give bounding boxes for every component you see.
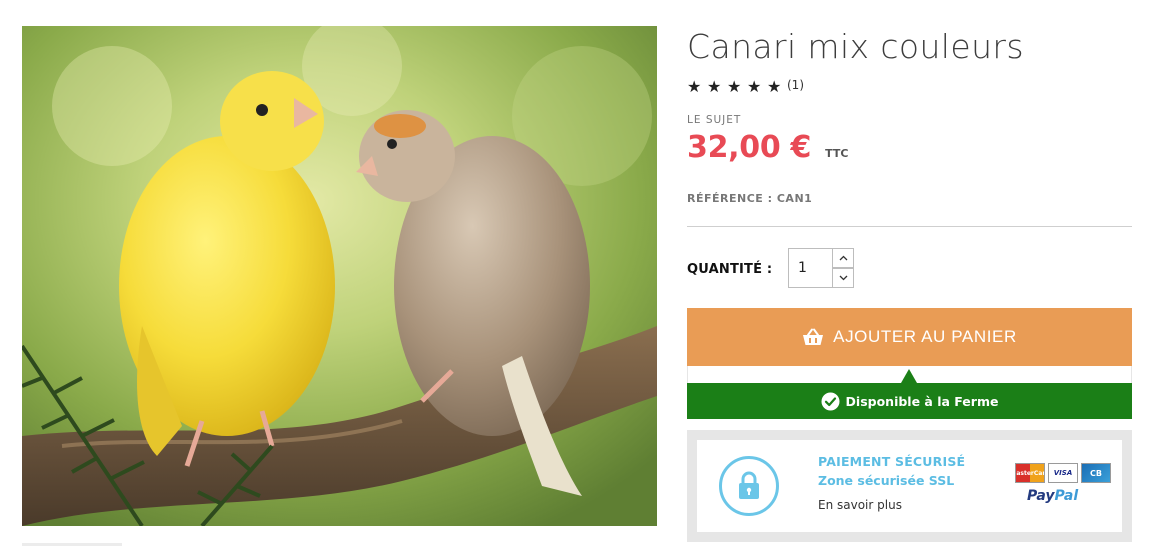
check-circle-icon	[821, 392, 840, 411]
availability-label: Disponible à la Ferme	[845, 393, 999, 409]
unit-label: LE SUJET	[687, 114, 742, 126]
divider	[687, 226, 1132, 227]
paypal-logo: PayPal	[1027, 488, 1078, 504]
add-to-cart-button[interactable]: AJOUTER AU PANIER	[687, 308, 1132, 366]
cb-logo: CB	[1081, 463, 1111, 483]
availability-banner: Disponible à la Ferme	[687, 383, 1132, 419]
product-price: 32,00 €	[687, 130, 812, 165]
lock-icon	[719, 456, 779, 516]
star-icon: ★	[687, 77, 702, 96]
visa-logo: VISA	[1048, 463, 1078, 483]
tax-label: TTC	[825, 147, 849, 160]
product-rating[interactable]: ★ ★ ★ ★ ★ (1)	[687, 78, 804, 96]
star-icon: ★	[747, 77, 762, 96]
star-icon: ★	[727, 77, 742, 96]
availability-arrow	[901, 369, 917, 383]
learn-more-link[interactable]: En savoir plus	[818, 498, 902, 512]
price-row: 32,00 € TTC	[687, 130, 848, 165]
add-to-cart-label: AJOUTER AU PANIER	[833, 327, 1017, 346]
quantity-decrease-button[interactable]	[832, 268, 854, 288]
quantity-input[interactable]	[788, 248, 833, 288]
quantity-increase-button[interactable]	[832, 248, 854, 268]
basket-icon	[802, 328, 824, 346]
chevron-down-icon	[839, 275, 847, 281]
product-reference: RÉFÉRENCE : CAN1	[687, 192, 812, 205]
product-image[interactable]	[22, 26, 657, 526]
chevron-up-icon	[839, 255, 847, 261]
product-title: Canari mix couleurs	[687, 27, 1024, 66]
star-icon: ★	[707, 77, 722, 96]
card-logos: MasterCard VISA CB	[1015, 463, 1111, 483]
reference-value: CAN1	[776, 192, 813, 205]
secure-payment-subtitle: Zone sécurisée SSL	[818, 473, 955, 488]
quantity-label: QUANTITÉ :	[687, 262, 773, 277]
product-details: Canari mix couleurs ★ ★ ★ ★ ★ (1) LE SUJ…	[687, 0, 1132, 546]
canaries-photo	[22, 26, 657, 526]
secure-payment-panel: PAIEMENT SÉCURISÉ Zone sécurisée SSL En …	[697, 440, 1122, 532]
paypal-logo-part2: Pal	[1054, 488, 1079, 504]
mastercard-logo: MasterCard	[1015, 463, 1045, 483]
star-icon: ★	[767, 77, 782, 96]
rating-count[interactable]: (1)	[787, 78, 804, 92]
secure-payment-box: PAIEMENT SÉCURISÉ Zone sécurisée SSL En …	[687, 430, 1132, 542]
reference-label: RÉFÉRENCE :	[687, 192, 777, 205]
paypal-logo-part1: Pay	[1027, 488, 1055, 504]
secure-payment-title: PAIEMENT SÉCURISÉ	[818, 454, 966, 469]
